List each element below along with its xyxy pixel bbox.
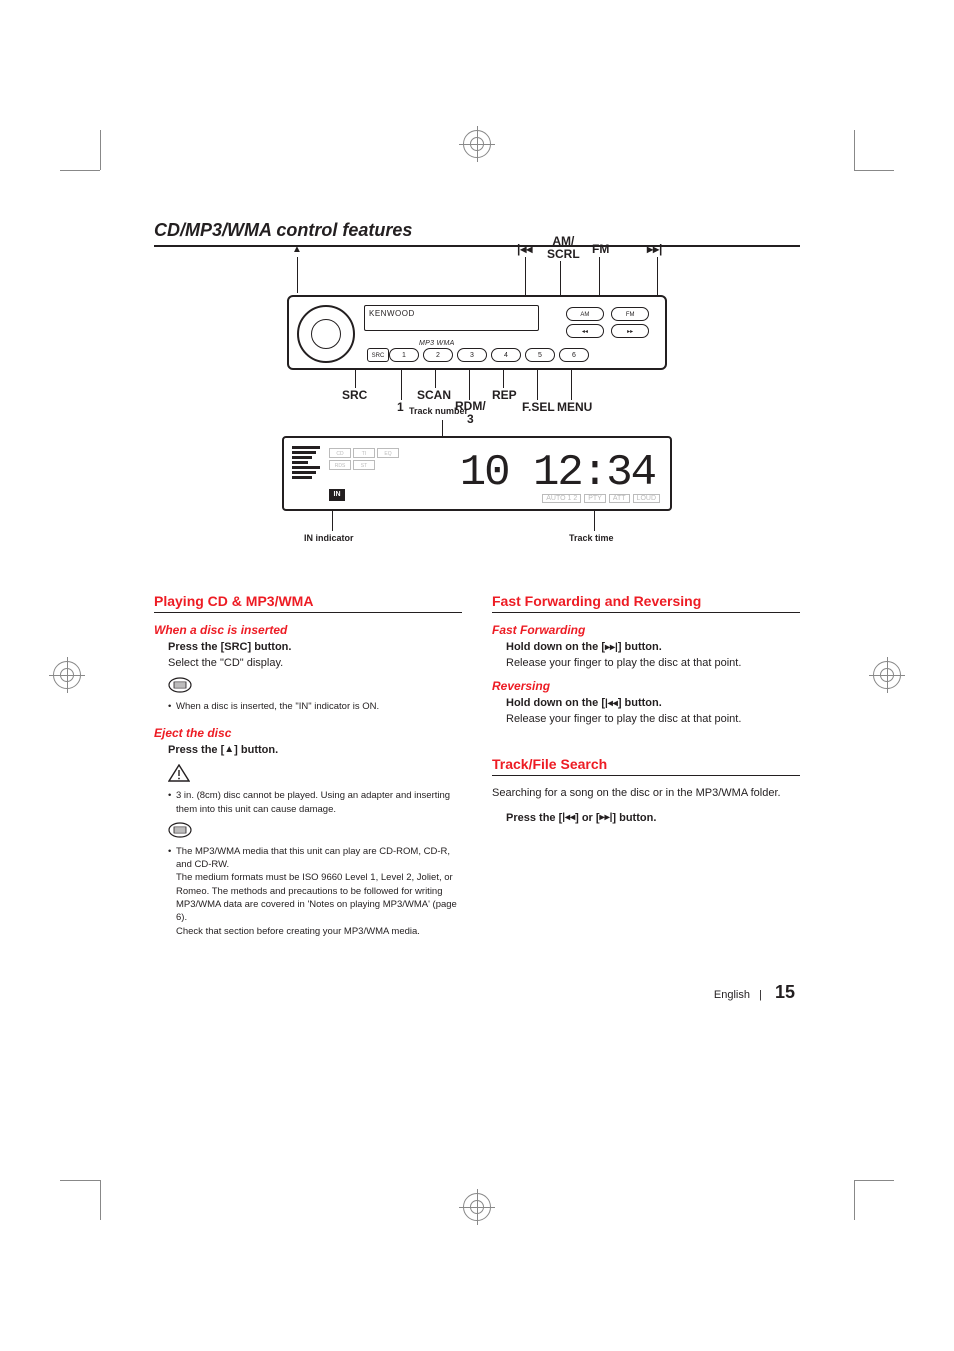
left-column: Playing CD & MP3/WMA When a disc is inse… <box>154 593 462 938</box>
section-title: CD/MP3/WMA control features <box>154 220 800 247</box>
callout-scan: SCAN <box>417 388 451 402</box>
warning-icon <box>168 764 462 785</box>
rew-button: ◂◂ <box>566 324 604 338</box>
crop-mark <box>100 1180 101 1220</box>
lcd-bottom-icon: PTY <box>584 494 606 503</box>
format-note: The medium formats must be ISO 9660 Leve… <box>168 871 462 924</box>
lcd-icon: EQ <box>377 448 399 458</box>
prev-track-icon: |◂◂ <box>605 696 618 711</box>
preset-6: 6 <box>559 348 589 362</box>
hold-next: Hold down on the [▸▸|] button. <box>506 639 800 656</box>
crop-mark <box>60 1180 100 1181</box>
fast-forwarding: Fast Forwarding <box>492 623 800 637</box>
lcd-icon: TI <box>353 448 375 458</box>
in-indicator: IN <box>329 489 345 501</box>
lcd-bottom-icon: LOUD <box>633 494 660 503</box>
mp3-wma-label: MP3 WMA <box>419 340 455 347</box>
select-cd: Select the "CD" display. <box>168 656 462 672</box>
crop-mark <box>854 170 894 171</box>
next-track-icon: ▸▸| <box>605 640 618 655</box>
language-label: English <box>714 989 750 1001</box>
preset-1: 1 <box>389 348 419 362</box>
track-number-label: Track number <box>409 406 468 416</box>
right-column: Fast Forwarding and Reversing Fast Forwa… <box>492 593 800 938</box>
warn-8cm: 3 in. (8cm) disc cannot be played. Using… <box>168 789 462 816</box>
when-disc-inserted: When a disc is inserted <box>154 623 462 637</box>
callout-fm: FM <box>592 242 609 256</box>
note-icon <box>168 677 462 696</box>
lcd-digits: 10 12:34 <box>460 448 655 498</box>
callout-am-scrl: AM/SCRL <box>547 235 580 261</box>
src-button: SRC <box>367 348 389 362</box>
lcd-bottom-icon: AUTO 1 2 <box>542 494 581 503</box>
fm-button: FM <box>611 307 649 321</box>
eject-icon: ▲ <box>224 742 234 757</box>
callout-prev: |◂◂ <box>517 242 532 256</box>
eject-icon: ▲ <box>292 244 302 255</box>
lcd-bottom-icon: ATT <box>609 494 630 503</box>
page-footer: English | 15 <box>714 982 795 1003</box>
preset-2: 2 <box>423 348 453 362</box>
press-prev-next: Press the [|◂◂] or [▸▸|] button. <box>506 810 800 827</box>
registration-mark-right <box>873 661 901 689</box>
registration-mark-bottom <box>463 1193 491 1221</box>
callout-rep: REP <box>492 388 517 402</box>
reversing: Reversing <box>492 679 800 693</box>
playing-heading: Playing CD & MP3/WMA <box>154 593 462 613</box>
brand-label: KENWOOD <box>369 309 415 318</box>
media-note: The MP3/WMA media that this unit can pla… <box>168 845 462 872</box>
in-indicator-label: IN indicator <box>304 533 354 543</box>
callout-eject: ▲ <box>292 242 302 256</box>
callout-src: SRC <box>342 388 367 402</box>
preset-4: 4 <box>491 348 521 362</box>
rev-release: Release your finger to play the disc at … <box>506 712 800 728</box>
preset-3: 3 <box>457 348 487 362</box>
ff-rev-heading: Fast Forwarding and Reversing <box>492 593 800 613</box>
prev-track-icon: |◂◂ <box>562 810 575 825</box>
note-icon <box>168 822 462 841</box>
crop-mark <box>100 130 101 170</box>
ff-release: Release your finger to play the disc at … <box>506 656 800 672</box>
ffwd-button: ▸▸ <box>611 324 649 338</box>
page-number: 15 <box>775 982 795 1002</box>
lcd-icon: RDS <box>329 460 351 470</box>
check-note: Check that section before creating your … <box>168 925 462 938</box>
registration-mark-left <box>53 661 81 689</box>
next-track-icon: ▸▸| <box>600 810 613 825</box>
lcd-diagram: Track number CD TI EQ RDS ST IN 10 12:34 <box>154 408 800 558</box>
registration-mark-top <box>463 130 491 158</box>
track-search-heading: Track/File Search <box>492 756 800 776</box>
am-button: AM <box>566 307 604 321</box>
crop-mark <box>854 130 855 170</box>
press-eject: Press the [▲] button. <box>168 742 462 759</box>
crop-mark <box>60 170 100 171</box>
preset-5: 5 <box>525 348 555 362</box>
search-body: Searching for a song on the disc or in t… <box>492 786 800 802</box>
lcd-icon: CD <box>329 448 351 458</box>
head-unit-diagram: ▲ |◂◂ AM/SCRL FM ▸▸| KENWOOD MP3 WMA AM … <box>154 265 800 388</box>
press-src: Press the [SRC] button. <box>168 639 462 656</box>
callout-next: ▸▸| <box>647 242 662 256</box>
in-indicator-note: When a disc is inserted, the "IN" indica… <box>168 700 462 713</box>
hold-prev: Hold down on the [|◂◂] button. <box>506 695 800 712</box>
crop-mark <box>854 1180 855 1220</box>
eject-disc: Eject the disc <box>154 726 462 740</box>
crop-mark <box>854 1180 894 1181</box>
lcd-icon: ST <box>353 460 375 470</box>
track-time-label: Track time <box>569 533 614 543</box>
